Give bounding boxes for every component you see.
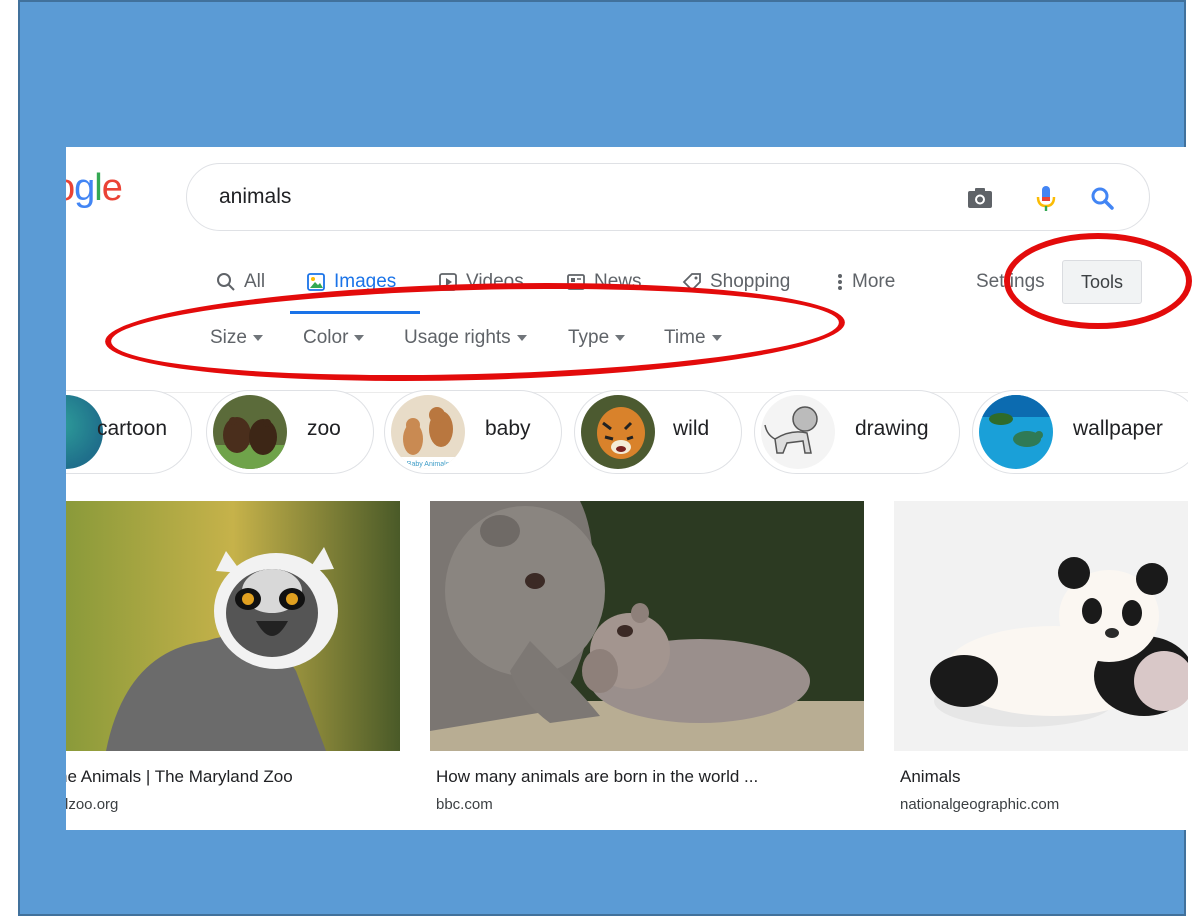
image-icon (307, 273, 325, 291)
chip-baby[interactable]: Baby Animals baby (384, 390, 562, 474)
search-input[interactable]: animals (219, 185, 291, 209)
image-result[interactable]: he Animals | The Maryland Zoo dzoo.org (66, 501, 400, 813)
image-result[interactable]: Animals nationalgeographic.com (894, 501, 1188, 813)
chip-drawing[interactable]: drawing (754, 390, 960, 474)
search-icon[interactable] (1085, 181, 1119, 215)
result-title[interactable]: How many animals are born in the world .… (436, 767, 758, 787)
chip-wallpaper[interactable]: wallpaper (972, 390, 1188, 474)
chip-label: baby (485, 417, 531, 440)
chip-thumbnail (581, 395, 655, 469)
chip-label: cartoon (97, 417, 168, 440)
tab-more[interactable]: More (836, 271, 895, 293)
more-vertical-icon (838, 274, 842, 290)
chip-zoo[interactable]: zoo (206, 390, 374, 474)
chip-label: wild (673, 417, 710, 440)
search-icon (217, 273, 235, 291)
result-title[interactable]: he Animals | The Maryland Zoo (66, 767, 293, 787)
search-box[interactable]: animals (186, 163, 1150, 231)
chip-thumb-caption: Baby Animals (407, 461, 450, 468)
image-result[interactable]: How many animals are born in the world .… (430, 501, 864, 813)
result-image-lemur[interactable] (66, 501, 400, 751)
chip-label: zoo (307, 417, 341, 440)
chip-thumbnail (213, 395, 287, 469)
chip-cartoon[interactable]: cartoon (66, 390, 192, 474)
result-source[interactable]: nationalgeographic.com (900, 796, 1059, 813)
result-source[interactable]: bbc.com (436, 796, 493, 813)
chip-thumbnail (979, 395, 1053, 469)
tab-label: More (852, 271, 896, 292)
tab-label: All (244, 271, 266, 292)
result-source[interactable]: dzoo.org (66, 796, 118, 813)
slide-background: ogle animals All Images Video (18, 0, 1192, 916)
chip-thumbnail: Baby Animals (391, 395, 465, 469)
google-images-screenshot: ogle animals All Images Video (66, 147, 1188, 830)
camera-icon[interactable] (963, 181, 997, 215)
chip-thumbnail (761, 395, 835, 469)
chip-wild[interactable]: wild (574, 390, 742, 474)
result-image-panda[interactable] (894, 501, 1188, 751)
annotation-oval-tools (1004, 233, 1192, 329)
result-title[interactable]: Animals (900, 767, 960, 787)
chip-label: wallpaper (1073, 417, 1163, 440)
google-logo[interactable]: ogle (66, 167, 123, 210)
microphone-icon[interactable] (1029, 181, 1063, 215)
tab-all[interactable]: All (216, 271, 265, 293)
chip-label: drawing (855, 417, 929, 440)
result-image-hippo[interactable] (430, 501, 864, 751)
